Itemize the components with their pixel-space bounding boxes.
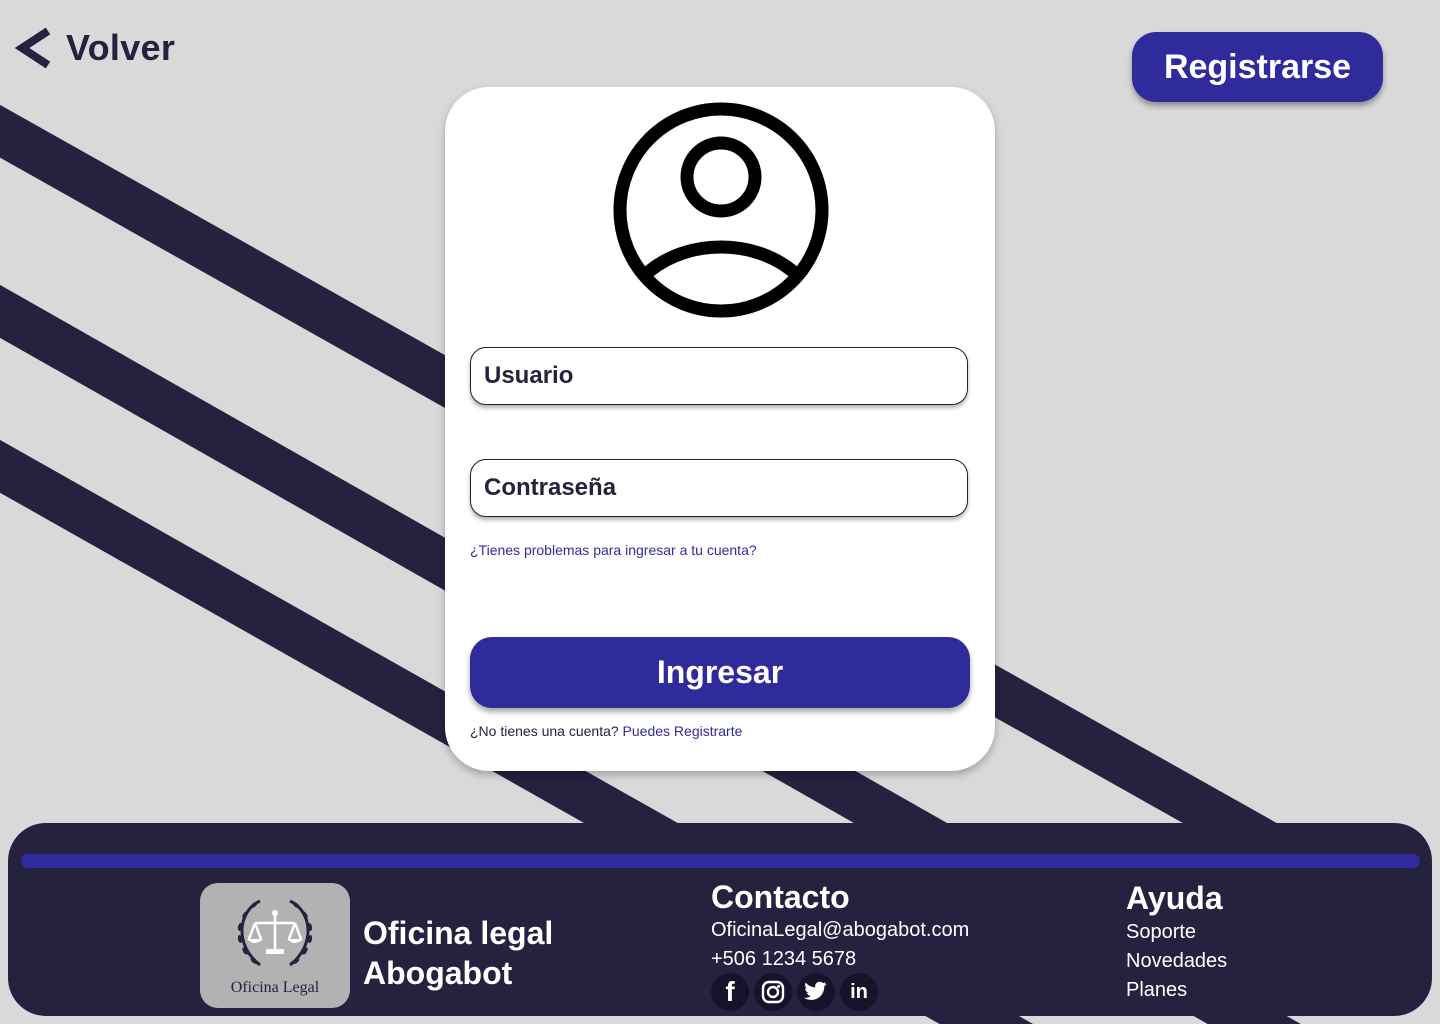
company-logo: Oficina Legal xyxy=(200,883,350,1008)
login-card: Usuario Contraseña ¿Tienes problemas par… xyxy=(445,87,995,771)
facebook-icon[interactable]: f xyxy=(711,973,749,1011)
back-label: Volver xyxy=(66,27,176,68)
password-field[interactable]: Contraseña xyxy=(470,459,968,517)
contact-title: Contacto xyxy=(711,879,850,915)
user-avatar-icon xyxy=(613,102,829,318)
brand-line-1: Oficina legal xyxy=(363,915,554,951)
instagram-glyph xyxy=(761,980,785,1004)
brand-name: Oficina legal Abogabot xyxy=(363,913,553,993)
logo-text: Oficina Legal xyxy=(230,979,320,996)
password-placeholder: Contraseña xyxy=(484,474,617,501)
help-title: Ayuda xyxy=(1126,880,1223,916)
login-button[interactable]: Ingresar xyxy=(470,637,970,708)
twitter-icon[interactable] xyxy=(797,973,835,1011)
signup-link[interactable]: Puedes Registrarte xyxy=(623,723,743,739)
facebook-glyph: f xyxy=(725,976,735,1007)
twitter-glyph xyxy=(804,981,827,1000)
help-link-plans[interactable]: Planes xyxy=(1126,979,1187,1002)
footer: Oficina Legal Oficina legal Abogabot Con… xyxy=(8,823,1432,1016)
help-link-support[interactable]: Soporte xyxy=(1126,921,1196,944)
signup-prompt: ¿No tienes una cuenta? Puedes Registrart… xyxy=(470,723,742,739)
linkedin-icon[interactable]: in xyxy=(840,973,878,1011)
help-link-news[interactable]: Novedades xyxy=(1126,950,1227,973)
contact-email[interactable]: OficinaLegal@abogabot.com xyxy=(711,919,969,942)
username-placeholder: Usuario xyxy=(484,362,574,389)
scales-of-justice-icon xyxy=(237,899,313,967)
chevron-left-icon xyxy=(14,27,51,69)
username-field[interactable]: Usuario xyxy=(470,347,968,405)
linkedin-glyph: in xyxy=(850,980,868,1003)
footer-divider xyxy=(21,854,1420,868)
back-button[interactable]: Volver xyxy=(14,26,175,70)
social-links: f in xyxy=(711,973,878,1011)
brand-line-2: Abogabot xyxy=(363,955,513,991)
register-button[interactable]: Registrarse xyxy=(1132,32,1383,102)
instagram-icon[interactable] xyxy=(754,973,792,1011)
no-account-text: ¿No tienes una cuenta? xyxy=(470,723,619,739)
contact-phone[interactable]: +506 1234 5678 xyxy=(711,948,856,971)
trouble-signing-in-link[interactable]: ¿Tienes problemas para ingresar a tu cue… xyxy=(470,542,757,558)
